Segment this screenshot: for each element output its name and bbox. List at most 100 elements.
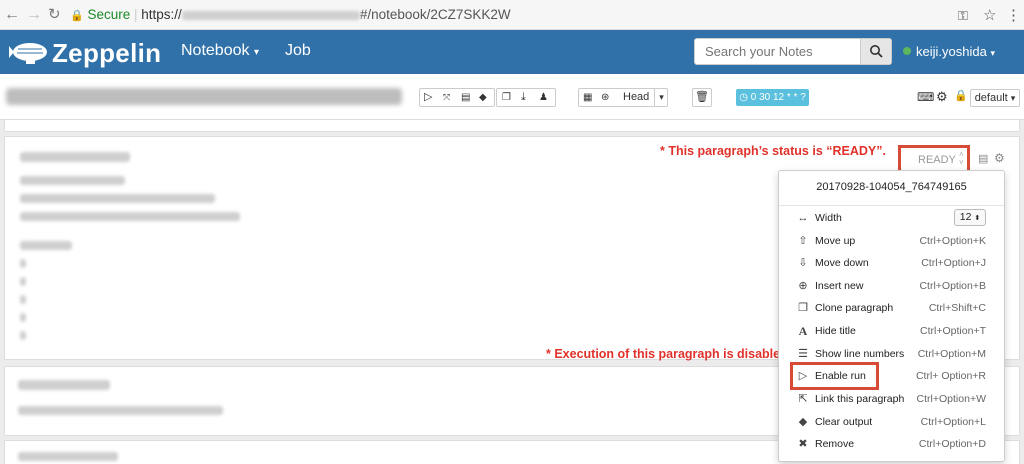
search-box xyxy=(694,38,892,65)
gear-icon[interactable]: ⚙ xyxy=(994,151,1005,165)
compare-icon[interactable]: ⊛ xyxy=(601,89,609,106)
export-icon: ⇱ xyxy=(798,393,808,405)
trash-button[interactable]: 🗑 xyxy=(692,88,712,107)
keyboard-icon[interactable]: ⌨ xyxy=(917,90,934,104)
notebook-action-group: ▷ ⤧ ▤ ◆ xyxy=(419,88,495,107)
clock-icon: ◷ xyxy=(739,92,748,103)
menu-item-label: Clone paragraph xyxy=(815,302,894,314)
key-icon[interactable]: ⚿ xyxy=(958,8,968,24)
eraser-icon[interactable]: ◆ xyxy=(479,89,487,106)
down-arrow-icon: ⇩ xyxy=(798,257,808,269)
menu-item-width[interactable]: ↔ Width 12 ⬍ xyxy=(779,207,1004,229)
lock-icon[interactable]: 🔒 xyxy=(954,89,968,102)
caret-down-icon[interactable]: ▾ xyxy=(654,89,668,106)
url-scheme: https:// xyxy=(141,7,182,22)
disabled-annotation: * Execution of this paragraph is disable… xyxy=(546,347,792,361)
trash-icon: 🗑 xyxy=(695,91,709,103)
menu-item-shortcut: Ctrl+Option+M xyxy=(917,348,986,360)
notebook-title-redacted xyxy=(6,88,402,105)
menu-item-label: Move up xyxy=(815,235,856,247)
forward-icon[interactable]: → xyxy=(26,6,42,24)
caret-down-icon: ▾ xyxy=(1010,93,1016,103)
menu-item-link-paragraph[interactable]: ⇱ Link this paragraph Ctrl+Option+W xyxy=(779,388,1004,410)
following-paragraph-content-redacted xyxy=(18,452,118,461)
eraser-icon: ◆ xyxy=(798,416,808,428)
cron-label: 0 30 12 * * ? xyxy=(750,92,806,103)
next-paragraph-content-redacted xyxy=(18,380,223,415)
caret-down-icon: ▾ xyxy=(253,47,259,58)
paragraph-content-redacted xyxy=(20,152,240,340)
remove-icon: ✖ xyxy=(798,438,808,450)
menu-item-label: Move down xyxy=(815,257,869,269)
lock-icon: 🔒 xyxy=(70,10,84,22)
user-name: keiji.yoshida xyxy=(916,44,987,59)
redacted-host xyxy=(181,10,360,20)
address-bar[interactable]: 🔒 Secure | https://#/notebook/2CZ7SKK2W xyxy=(70,4,1010,26)
url-path: #/notebook/2CZ7SKK2W xyxy=(359,7,511,22)
menu-item-label: Width xyxy=(815,212,842,224)
menu-item-shortcut: Ctrl+ Option+R xyxy=(915,370,986,382)
gear-icon[interactable]: ⚙ xyxy=(936,89,948,105)
menu-item-label: Hide title xyxy=(815,325,856,337)
enable-run-highlight xyxy=(790,362,879,390)
width-select[interactable]: 12 ⬍ xyxy=(954,209,986,226)
menu-item-shortcut: Ctrl+Option+K xyxy=(919,235,986,247)
previous-paragraph xyxy=(4,120,1020,132)
menu-item-shortcut: Ctrl+Option+L xyxy=(920,416,986,428)
menu-item-label: Remove xyxy=(815,438,855,450)
menu-item-shortcut: Ctrl+Option+T xyxy=(920,325,986,337)
menu-item-shortcut: Ctrl+Option+W xyxy=(916,393,986,405)
reload-icon[interactable]: ↻ xyxy=(48,6,61,24)
copy-icon[interactable]: ❐ xyxy=(502,89,511,106)
font-icon: A xyxy=(798,324,808,338)
version-file-icon[interactable]: ▦ xyxy=(583,89,592,106)
download-icon[interactable]: ⤓ xyxy=(521,89,526,106)
notebook-menu-label: Notebook xyxy=(181,42,250,59)
search-input[interactable] xyxy=(695,39,859,64)
back-icon[interactable]: ← xyxy=(4,6,20,24)
cron-button[interactable]: ◷ 0 30 12 * * ? xyxy=(736,89,809,106)
revision-group: ▦ ⊛ Head ▾ xyxy=(578,88,668,107)
paragraph-settings-menu: 20170928-104054_764749165 ↔ Width 12 ⬍ ⇧… xyxy=(778,170,1005,462)
menu-divider xyxy=(779,205,1004,206)
search-button[interactable] xyxy=(860,39,891,64)
interpreter-select[interactable]: default ▾ xyxy=(970,89,1020,107)
ready-annotation: * This paragraph’s status is “READY”. xyxy=(660,144,886,158)
menu-dots-icon[interactable]: ⋮ xyxy=(1006,6,1021,24)
menu-item-hide-title[interactable]: A Hide title Ctrl+Option+T xyxy=(779,320,1004,342)
star-icon[interactable]: ☆ xyxy=(983,6,996,24)
menu-item-label: Clear output xyxy=(815,416,873,428)
menu-item-move-up[interactable]: ⇧ Move up Ctrl+Option+K xyxy=(779,230,1004,252)
menu-item-move-down[interactable]: ⇩ Move down Ctrl+Option+J xyxy=(779,252,1004,274)
width-value: 12 xyxy=(959,211,972,223)
users-icon[interactable]: ♟ xyxy=(539,89,548,106)
menu-item-clear-output[interactable]: ◆ Clear output Ctrl+Option+L xyxy=(779,411,1004,433)
menu-item-shortcut: Ctrl+Shift+C xyxy=(928,302,986,314)
up-arrow-icon: ⇧ xyxy=(798,235,808,247)
user-menu[interactable]: keiji.yoshida ▾ xyxy=(916,44,995,59)
menu-item-shortcut: Ctrl+Option+B xyxy=(919,280,986,292)
menu-item-label: Insert new xyxy=(815,280,864,292)
paragraph-status: READY xyxy=(918,154,956,166)
brand-name[interactable]: Zeppelin xyxy=(52,38,161,69)
menu-item-remove[interactable]: ✖ Remove Ctrl+Option+D xyxy=(779,433,1004,455)
zeppelin-logo-icon[interactable] xyxy=(8,40,48,66)
search-icon xyxy=(870,45,883,58)
caret-down-icon: ▾ xyxy=(990,48,995,58)
menu-item-insert-new[interactable]: ⊕ Insert new Ctrl+Option+B xyxy=(779,275,1004,297)
sort-arrows-icon: ˄ ˅ xyxy=(959,150,964,167)
notebook-menu[interactable]: Notebook ▾ xyxy=(181,42,259,60)
menu-item-clone-paragraph[interactable]: ❐ Clone paragraph Ctrl+Shift+C xyxy=(779,297,1004,319)
run-all-icon[interactable]: ▷ xyxy=(424,89,432,106)
plus-icon: ⊕ xyxy=(798,280,808,292)
online-status-icon xyxy=(903,47,911,55)
copy-icon: ❐ xyxy=(798,302,808,314)
width-arrows-icon: ↔ xyxy=(797,212,809,224)
hide-code-icon[interactable]: ⤧ xyxy=(443,89,450,106)
book-icon[interactable]: ▤ xyxy=(461,89,470,106)
notebook-action-group-2: ❐ ⤓ ♟ xyxy=(496,88,556,107)
secure-label: Secure xyxy=(87,7,131,22)
head-revision-select[interactable]: Head xyxy=(623,89,649,106)
book-icon[interactable]: ▤ xyxy=(978,152,988,165)
job-link[interactable]: Job xyxy=(285,42,311,60)
